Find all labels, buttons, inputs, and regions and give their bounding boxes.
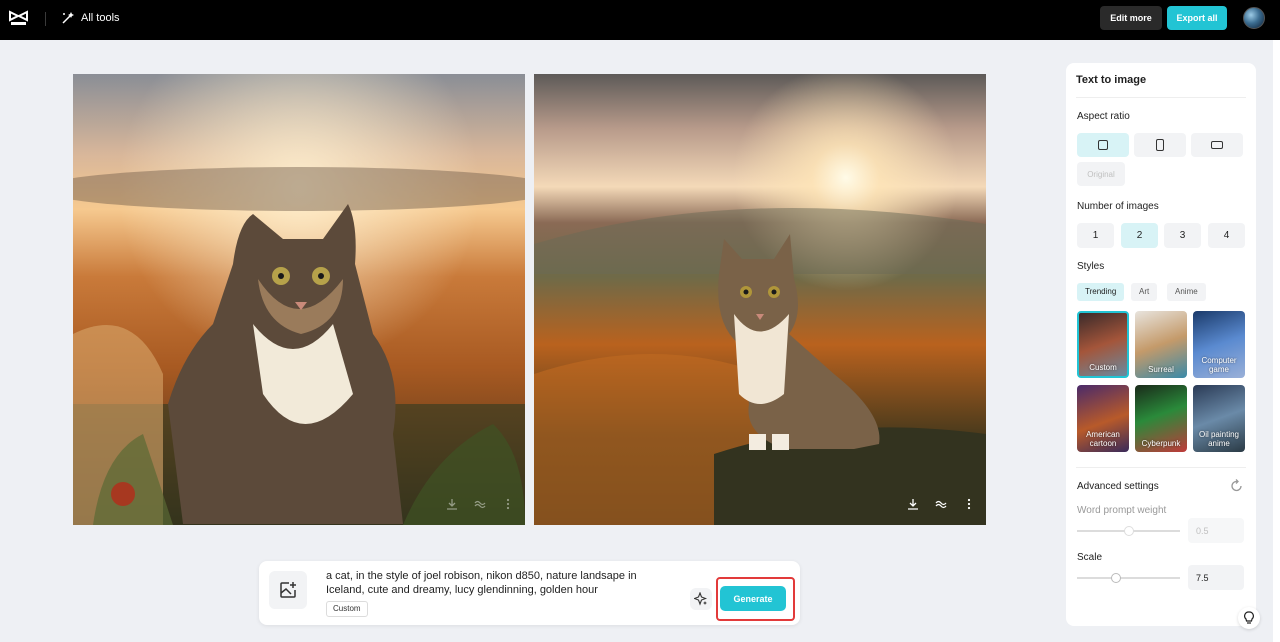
avatar[interactable] [1243, 7, 1265, 29]
prompt-bar: a cat, in the style of joel robison, nik… [259, 561, 800, 625]
style-custom[interactable]: Custom [1077, 311, 1129, 378]
download-icon[interactable] [445, 497, 459, 511]
top-bar: All tools Edit more Export all [0, 0, 1280, 40]
style-surreal[interactable]: Surreal [1135, 311, 1187, 378]
lightbulb-icon [1244, 611, 1254, 624]
enhance-prompt-button[interactable] [690, 588, 712, 610]
all-tools-button[interactable]: All tools [61, 11, 120, 25]
word-prompt-weight-label: Word prompt weight [1077, 505, 1167, 516]
cat-in-field-image [73, 74, 525, 525]
scale-label: Scale [1077, 552, 1103, 563]
edit-more-button[interactable]: Edit more [1100, 6, 1162, 30]
style-label: Custom [1089, 363, 1117, 372]
landscape-icon [1211, 141, 1223, 149]
num-images-3[interactable]: 3 [1164, 223, 1201, 248]
word-prompt-weight-value[interactable]: 0.5 [1188, 518, 1244, 543]
all-tools-label: All tools [81, 12, 120, 24]
panel-divider [1076, 467, 1246, 468]
aspect-ratio-label: Aspect ratio [1077, 111, 1130, 122]
variation-icon[interactable] [473, 497, 487, 511]
image-2-actions [906, 497, 976, 511]
slider-knob[interactable] [1111, 573, 1121, 583]
more-icon[interactable] [962, 497, 976, 511]
cat-sunset-image [534, 74, 986, 525]
generated-image-1[interactable] [73, 74, 525, 525]
capcut-logo-icon[interactable] [9, 10, 28, 27]
style-cyberpunk[interactable]: Cyberpunk [1135, 385, 1187, 452]
style-american-cartoon[interactable]: American cartoon [1077, 385, 1129, 452]
style-oil-painting-anime[interactable]: Oil painting anime [1193, 385, 1245, 452]
num-images-2[interactable]: 2 [1121, 223, 1158, 248]
advanced-settings-label: Advanced settings [1077, 481, 1159, 492]
aspect-square-button[interactable] [1077, 133, 1129, 157]
sparkle-icon [694, 592, 708, 606]
style-label: Oil painting anime [1198, 430, 1240, 448]
download-icon[interactable] [906, 497, 920, 511]
aspect-landscape-button[interactable] [1191, 133, 1243, 157]
scale-slider[interactable] [1077, 573, 1180, 583]
style-tag[interactable]: Custom [326, 601, 368, 617]
tab-anime[interactable]: Anime [1167, 283, 1206, 301]
word-prompt-weight-slider[interactable] [1077, 526, 1180, 536]
add-image-icon [280, 582, 296, 598]
image-reference-button[interactable] [269, 571, 307, 609]
generate-button[interactable]: Generate [720, 586, 786, 611]
style-label: Cyberpunk [1141, 439, 1181, 448]
style-label: Surreal [1148, 365, 1174, 374]
portrait-icon [1156, 139, 1164, 151]
panel-divider [1076, 97, 1246, 98]
export-all-button[interactable]: Export all [1167, 6, 1227, 30]
generated-image-2[interactable] [534, 74, 986, 525]
image-1-actions [445, 497, 515, 511]
variation-icon[interactable] [934, 497, 948, 511]
text-to-image-panel: Text to image Aspect ratio Original Numb… [1066, 63, 1256, 626]
style-label: Computer game [1201, 356, 1237, 374]
num-images-4[interactable]: 4 [1208, 223, 1245, 248]
help-button[interactable] [1238, 607, 1260, 629]
more-icon[interactable] [501, 497, 515, 511]
reset-icon[interactable] [1230, 479, 1244, 493]
style-label: American cartoon [1086, 430, 1120, 448]
slider-knob[interactable] [1124, 526, 1134, 536]
prompt-input[interactable]: a cat, in the style of joel robison, nik… [326, 569, 676, 597]
scrollbar-track [1273, 40, 1280, 642]
panel-title: Text to image [1076, 74, 1147, 86]
num-images-1[interactable]: 1 [1077, 223, 1114, 248]
header-divider [45, 12, 46, 26]
number-of-images-label: Number of images [1077, 201, 1159, 212]
scale-value[interactable]: 7.5 [1188, 565, 1244, 590]
styles-label: Styles [1077, 261, 1105, 272]
tab-art[interactable]: Art [1131, 283, 1158, 301]
aspect-original-button[interactable]: Original [1077, 162, 1125, 186]
square-icon [1098, 140, 1108, 150]
magic-wand-icon [62, 12, 74, 24]
aspect-portrait-button[interactable] [1134, 133, 1186, 157]
tab-trending[interactable]: Trending [1077, 283, 1125, 301]
style-computer-game[interactable]: Computer game [1193, 311, 1245, 378]
